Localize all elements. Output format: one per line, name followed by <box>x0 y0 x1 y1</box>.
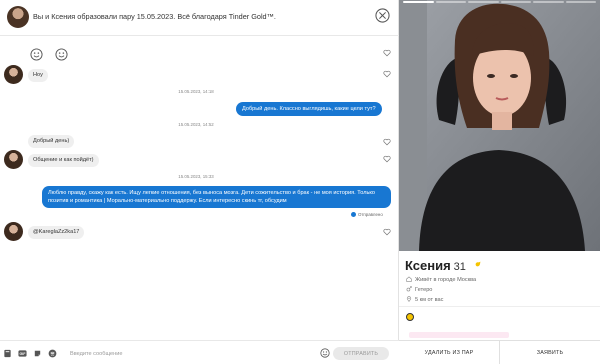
location-pin-icon <box>406 296 412 302</box>
avatar[interactable] <box>4 222 23 241</box>
profile-panel: Ксения 31 Живёт в городе Москва Гетеро 5 … <box>399 0 600 364</box>
info-distance: 5 км от вас <box>406 296 443 303</box>
message-bubble: @KareglaZz2ka17 <box>28 226 85 240</box>
info-lives: Живёт в городе Москва <box>406 276 476 283</box>
photo-indicator-bar[interactable] <box>435 1 466 3</box>
heart-icon[interactable] <box>383 70 391 78</box>
timestamp: 15.05.2023, 14:18 <box>178 89 214 94</box>
chat-panel: Вы и Ксения образовали пару 15.05.2023. … <box>0 0 399 364</box>
profile-age: 31 <box>453 261 466 273</box>
message-bubble: Ноу <box>28 69 48 83</box>
photo-indicator-bar[interactable] <box>565 1 596 3</box>
message-bubble: Общение и как пойдёт) <box>28 154 99 168</box>
timestamp: 15.05.2023, 14:52 <box>178 122 214 127</box>
music-icon[interactable] <box>48 349 57 358</box>
timestamp: 15.05.2023, 15:33 <box>178 174 214 179</box>
wave-hand-icon <box>475 261 481 267</box>
send-button[interactable]: ОТПРАВИТЬ <box>333 347 389 360</box>
avatar[interactable] <box>4 65 23 84</box>
sent-check-icon <box>351 212 356 218</box>
gif-icon[interactable]: GIF <box>18 349 27 358</box>
photo-indicator <box>403 1 596 3</box>
sticker-icon[interactable] <box>33 349 42 358</box>
info-orientation: Гетеро <box>406 286 432 293</box>
heart-icon[interactable] <box>383 49 391 57</box>
message-list: Ноу 15.05.2023, 14:18 Добрый день. Класс… <box>0 0 399 340</box>
report-button[interactable]: ЗАЯВИТЬ <box>500 341 600 364</box>
profile-name-row: Ксения 31 <box>405 257 482 275</box>
message-bubble: Добрый день) <box>28 135 75 149</box>
heart-icon[interactable] <box>383 155 391 163</box>
photo-indicator-bar[interactable] <box>403 1 434 3</box>
svg-text:GIF: GIF <box>20 352 27 356</box>
home-icon <box>406 276 412 282</box>
heart-icon[interactable] <box>383 228 391 236</box>
profile-actions: УДАЛИТЬ ИЗ ПАР ЗАЯВИТЬ <box>399 340 600 364</box>
emoji-icon[interactable] <box>320 348 330 358</box>
passion-tag <box>409 332 509 338</box>
photo-indicator-bar[interactable] <box>468 1 499 3</box>
message-composer: GIF ОТПРАВИТЬ <box>0 340 399 364</box>
message-input[interactable] <box>70 348 310 359</box>
book-icon[interactable] <box>3 349 12 358</box>
message-bubble: Добрый день. Классно выглядишь, какие це… <box>236 102 382 117</box>
photo-indicator-bar[interactable] <box>500 1 531 3</box>
heart-icon[interactable] <box>383 138 391 146</box>
message-bubble: Люблю правду, скажу как есть. Ищу легкие… <box>42 186 391 209</box>
profile-name: Ксения <box>405 258 451 273</box>
gender-icon <box>406 286 412 292</box>
divider <box>399 306 600 307</box>
badge-icon <box>406 313 414 321</box>
profile-photo-illustration <box>399 0 600 251</box>
profile-photo[interactable] <box>399 0 600 251</box>
photo-indicator-bar[interactable] <box>533 1 564 3</box>
status-label: Отправлено <box>351 212 383 218</box>
avatar[interactable] <box>4 150 23 169</box>
unmatch-button[interactable]: УДАЛИТЬ ИЗ ПАР <box>399 341 500 364</box>
